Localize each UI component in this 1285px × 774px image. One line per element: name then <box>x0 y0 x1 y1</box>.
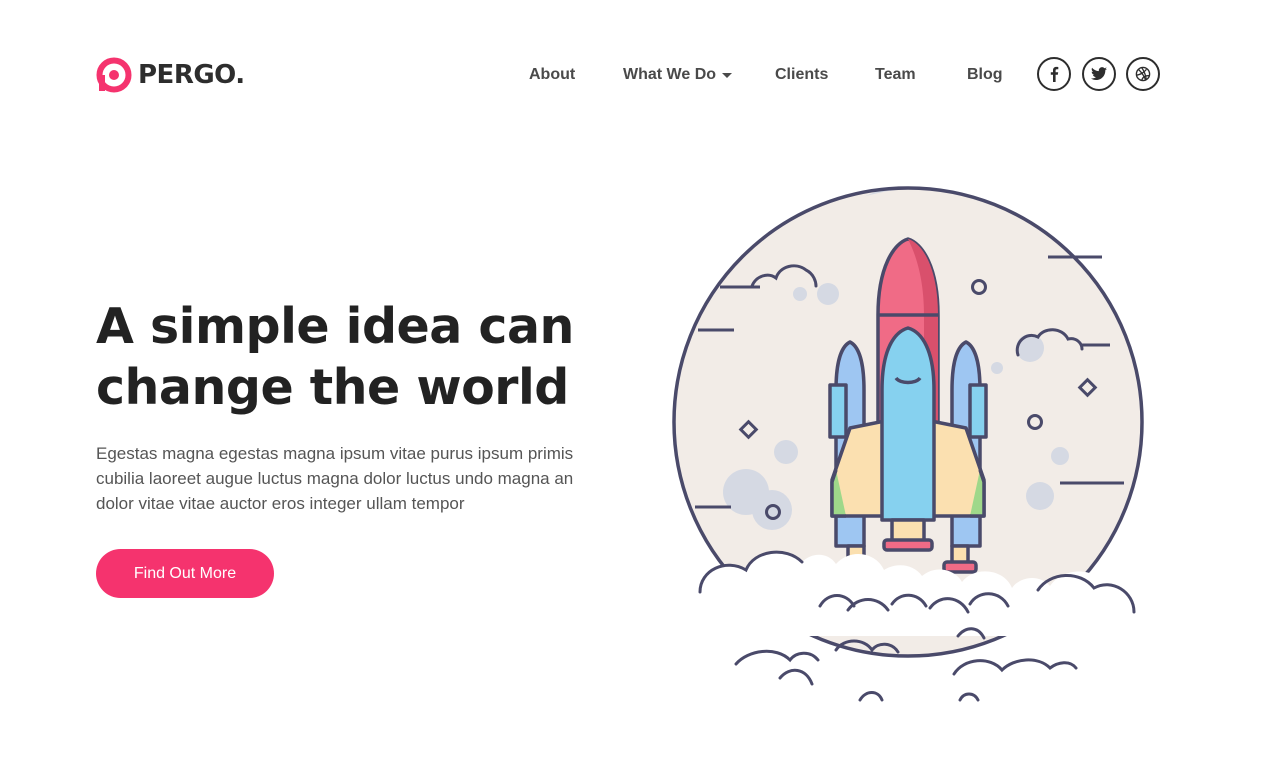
brand-logo[interactable]: PERGO. <box>96 56 245 94</box>
nav-item-what-we-do[interactable]: What We Do <box>623 62 733 88</box>
nav-item-about[interactable]: About <box>529 62 575 88</box>
twitter-link[interactable] <box>1082 57 1116 91</box>
find-out-more-button[interactable]: Find Out More <box>96 549 274 598</box>
facebook-icon <box>1050 66 1059 82</box>
twitter-icon <box>1091 67 1107 80</box>
logo-icon <box>96 57 132 93</box>
nav-item-what-we-do-label: What We Do <box>623 66 717 83</box>
dribbble-link[interactable] <box>1126 57 1160 91</box>
nav-item-team[interactable]: Team <box>875 62 916 88</box>
hero-description: Egestas magna egestas magna ipsum vitae … <box>96 444 574 513</box>
site-header: PERGO. About What We Do Clients Team Blo… <box>0 0 1285 150</box>
dribbble-icon <box>1135 66 1151 82</box>
hero-title-line1: A simple idea can <box>96 298 574 355</box>
rocket-launch-illustration <box>672 186 1146 702</box>
nav-item-clients[interactable]: Clients <box>775 62 828 88</box>
hero-title: A simple idea can change the world <box>96 296 616 418</box>
hero-title-line2: change the world <box>96 359 569 416</box>
facebook-link[interactable] <box>1037 57 1071 91</box>
brand-name: PERGO. <box>138 60 245 90</box>
caret-down-icon <box>722 72 733 78</box>
nav-item-blog[interactable]: Blog <box>967 62 1003 88</box>
